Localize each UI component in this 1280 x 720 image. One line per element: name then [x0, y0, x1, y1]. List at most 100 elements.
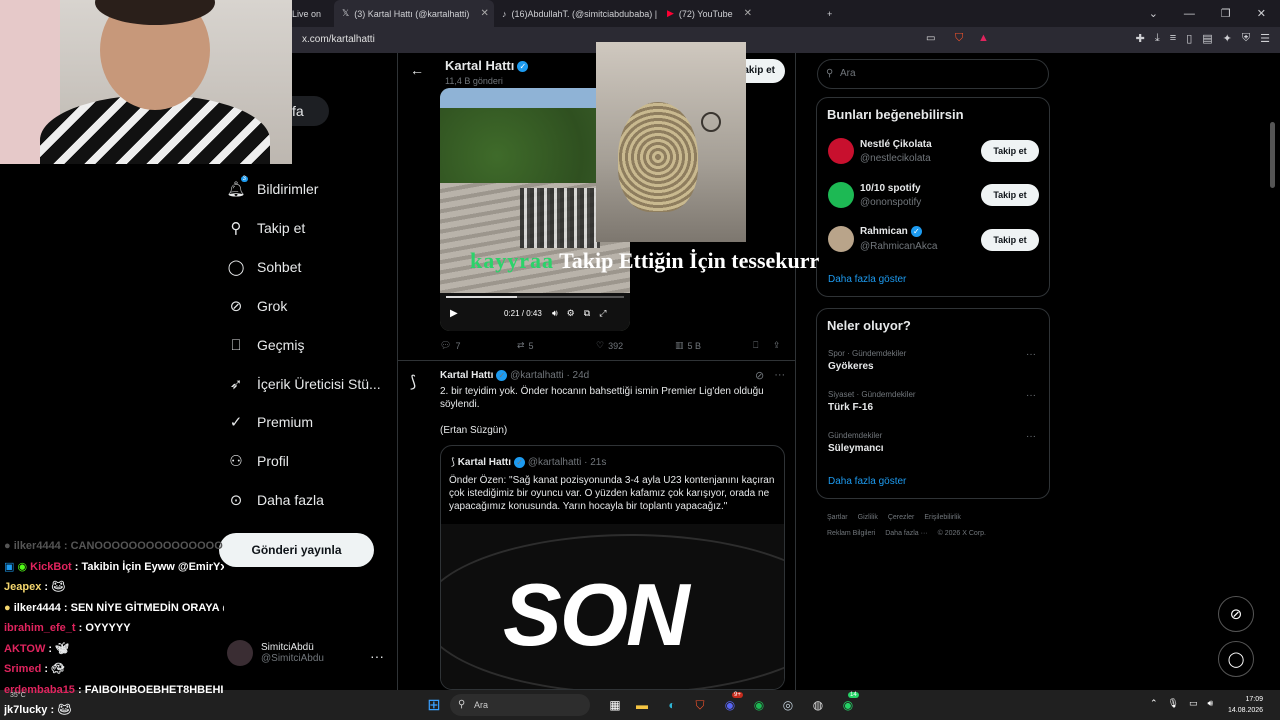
back-arrow-icon[interactable]: ← [410, 62, 424, 78]
grok-icon[interactable]: ⊘ [755, 369, 764, 382]
grok-icon: ⊘ [229, 298, 243, 315]
close-tab-icon[interactable]: ✕ [744, 8, 752, 19]
leo-ai-icon[interactable]: ✦ [1223, 32, 1232, 45]
vpn-icon[interactable]: ⛨ [1242, 32, 1250, 45]
steam-icon[interactable]: ◎ [778, 695, 798, 715]
windows-start-icon[interactable]: ⊞ [424, 695, 444, 715]
show-more-link[interactable]: Daha fazla göster [828, 274, 906, 285]
footer-links: Reklam Bilgileri Daha fazla ··· © 2026 X… [827, 530, 986, 537]
follow-button[interactable]: Takip et [981, 229, 1039, 251]
close-window-icon[interactable]: ✕ [1257, 7, 1266, 20]
cast-icon[interactable]: ▭ [926, 33, 935, 44]
show-more-link[interactable]: Daha fazla göster [828, 476, 906, 487]
display-icon[interactable]: ▭ [1189, 698, 1198, 709]
eagle-avatar-icon[interactable]: ⟆ [410, 372, 432, 394]
account-handle: @SimitciAbdu [261, 653, 324, 664]
minimize-icon[interactable]: — [1184, 8, 1195, 20]
sidebar-icon[interactable]: ▯ [1186, 32, 1192, 45]
messages-fab-icon[interactable]: ◯ [1218, 641, 1254, 677]
extensions-icon[interactable]: ✚ [1136, 32, 1145, 45]
obs-icon[interactable]: ◍ [808, 695, 828, 715]
video-progress-bar[interactable] [446, 296, 624, 298]
post-button[interactable]: Gönderi yayınla [219, 533, 374, 567]
nav-more[interactable]: ⊙ Daha fazla [227, 491, 324, 509]
nav-chat[interactable]: ◯ Sohbet [227, 258, 302, 276]
trend-item[interactable]: Gündemdekiler Süleymancı [828, 431, 884, 454]
nav-bookmarks[interactable]: ⎕ Geçmiş [227, 336, 304, 354]
follow-button[interactable]: Takip et [981, 184, 1039, 206]
suggestion-nestle[interactable]: Nestlé Çikolata @nestlecikolata [828, 138, 932, 164]
emote-icon: 🐸︎ [51, 581, 66, 593]
tab-abdullaht[interactable]: ♪ (16)AbdullahT. (@simitciabdubaba) | [494, 0, 659, 27]
share-action[interactable]: ⇪ [773, 340, 781, 351]
more-icon[interactable]: ··· [774, 369, 785, 382]
account-more-icon[interactable]: ··· [370, 648, 384, 664]
suggestion-rahmican[interactable]: Rahmican ✓ @RahmicanAkca [828, 226, 937, 252]
nav-profile[interactable]: ⚇ Profil [227, 452, 289, 470]
retweet-action[interactable]: ⇄ 5 [517, 340, 534, 351]
download-icon[interactable]: ⤓ [1155, 32, 1160, 45]
edge-icon[interactable]: ◐ [662, 695, 682, 715]
brave-shield-icon[interactable]: ⛉ [955, 32, 963, 45]
account-switcher[interactable]: SimitciAbdü @SimitciAbdu [227, 640, 324, 666]
bookmarks-icon[interactable]: ≡ [1170, 32, 1176, 45]
trend-more-icon[interactable]: ··· [1026, 431, 1036, 442]
nav-grok[interactable]: ⊘ Grok [227, 297, 288, 315]
tab-youtube[interactable]: ▶ (72) YouTube ✕ [659, 0, 819, 27]
url-text[interactable]: x.com/kartalhatti [302, 34, 375, 45]
reply-action[interactable]: 💬︎ 7 [440, 340, 460, 351]
like-action[interactable]: ♡ 392 [596, 340, 623, 351]
more-circle-icon: ⊙ [229, 492, 243, 509]
nav-premium[interactable]: ✓ Premium [227, 413, 313, 431]
menu-icon[interactable]: ☰ [1260, 32, 1270, 45]
chat-message: ibrahim_efe_t : OYYYYY [4, 622, 131, 634]
taskbar-clock[interactable]: 17:09 14.08.2026 [1228, 694, 1263, 716]
views-action[interactable]: ▥ 5 B [675, 340, 701, 351]
trend-item[interactable]: Spor · Gündemdekiler Gyökeres [828, 349, 906, 372]
page-scrollbar[interactable] [1270, 122, 1275, 188]
new-tab-button[interactable]: + [819, 0, 840, 27]
maximize-icon[interactable]: ❐ [1221, 7, 1231, 20]
play-icon[interactable]: ▶ [450, 308, 458, 319]
discord-icon[interactable]: ◉ [720, 695, 740, 715]
volume-icon[interactable]: 🔊︎ [552, 308, 558, 319]
taskbar-search[interactable]: ⚲ Ara [450, 694, 590, 716]
pip-icon[interactable]: ⧉ [584, 308, 590, 319]
whatsapp-badge: 14 [848, 692, 859, 698]
wallet-icon[interactable]: ▤ [1202, 32, 1212, 45]
volume-icon[interactable]: 🔊︎ [1208, 698, 1214, 709]
nav-notifications[interactable]: 🔔︎ 3 Bildirimler [226, 176, 318, 198]
nav-creator-studio[interactable]: ➶ İçerik Üreticisi Stü... [227, 375, 381, 393]
search-input[interactable]: ⚲ Ara [817, 59, 1049, 89]
quote-image[interactable]: SON [441, 524, 784, 689]
trend-item[interactable]: Siyaset · Gündemdekiler Türk F-16 [828, 390, 916, 413]
brave-icon[interactable]: ⛉ [690, 695, 710, 715]
tab-list-icon[interactable]: ⌄ [1149, 7, 1158, 20]
close-tab-icon[interactable]: ✕ [480, 8, 488, 19]
tab-kartal-hatti[interactable]: 𝕏 (3) Kartal Hattı (@kartalhatti) ✕ [334, 0, 494, 27]
follow-button[interactable]: Takip et [981, 140, 1039, 162]
fullscreen-icon[interactable]: ⤢ [599, 308, 606, 319]
chat-icon: ◯ [227, 259, 245, 276]
nav-follow[interactable]: ⚲ Takip et [227, 219, 306, 237]
file-explorer-icon[interactable]: ▬ [632, 695, 652, 715]
user-badge-icon: ● [4, 601, 11, 614]
account-name: SimitciAbdü [261, 642, 314, 653]
quoted-tweet[interactable]: ⟆ Kartal Hattı ✓ @kartalhatti · 21s Önder… [440, 445, 785, 690]
tweet-header: Kartal Hattı ✓ @kartalhatti · 24d [440, 370, 590, 382]
spotify-icon[interactable]: ◉ [749, 695, 769, 715]
chevron-up-icon[interactable]: ⌃ [1150, 698, 1158, 709]
weather-widget[interactable]: 35°C [10, 692, 26, 699]
brave-rewards-icon[interactable]: ▲ [978, 32, 989, 44]
whatsapp-icon[interactable]: ◉ [838, 695, 858, 715]
trend-more-icon[interactable]: ··· [1026, 349, 1036, 360]
suggestion-spotify[interactable]: 10/10 spotify @ononspotify [828, 182, 921, 208]
bookmark-action[interactable]: ⎕ [753, 340, 758, 351]
tweet-divider [398, 360, 795, 361]
settings-icon[interactable]: ⚙ [567, 308, 575, 319]
microphone-icon[interactable]: 🎙︎ [1168, 698, 1179, 709]
task-view-icon[interactable]: ▦ [605, 695, 625, 715]
emote-icon: 🐸︎ [57, 704, 72, 716]
trend-more-icon[interactable]: ··· [1026, 390, 1036, 401]
grok-fab-icon[interactable]: ⊘ [1218, 596, 1254, 632]
